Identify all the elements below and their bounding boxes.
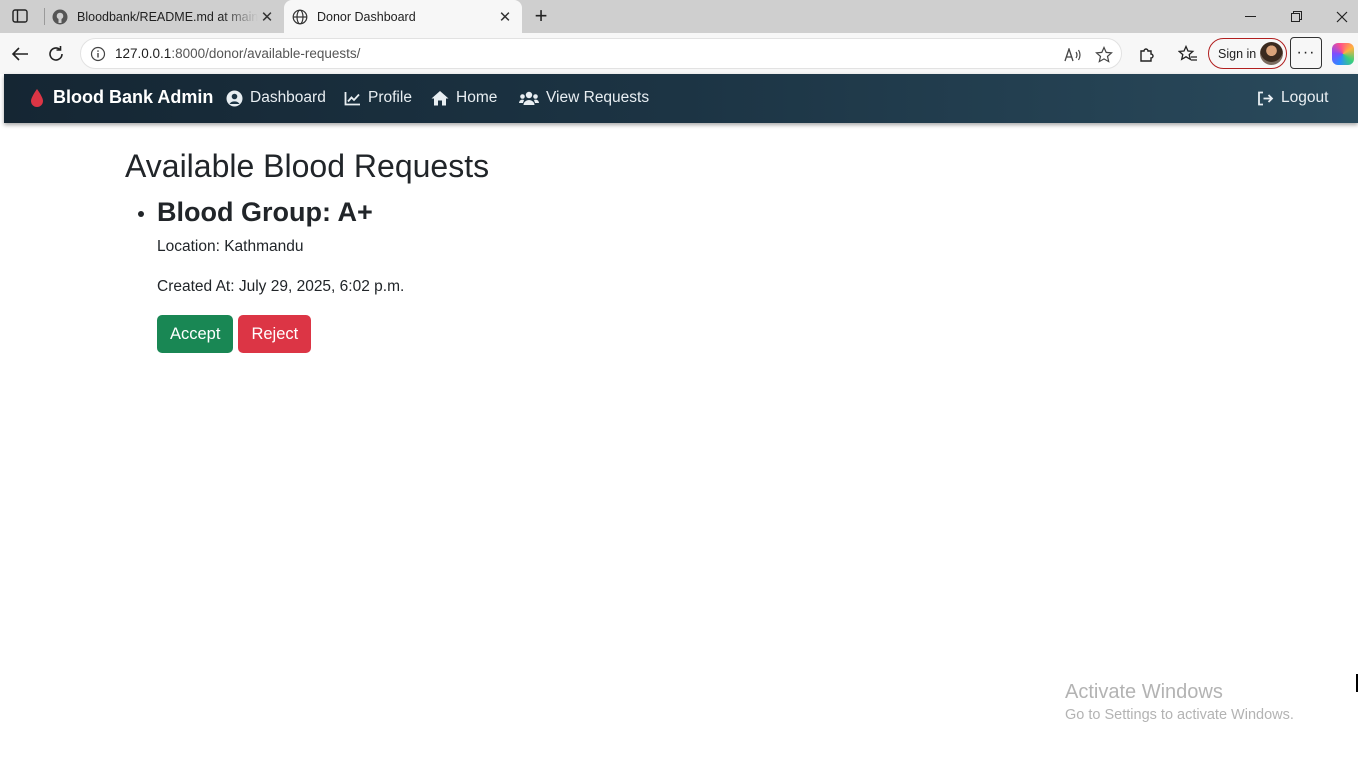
request-location: Location: Kathmandu (157, 238, 304, 255)
home-icon (431, 90, 449, 107)
list-item: Blood Group: A+ Location: Kathmandu Crea… (125, 194, 725, 353)
reject-button[interactable]: Reject (238, 315, 312, 353)
watermark-subtitle: Go to Settings to activate Windows. (1065, 707, 1294, 723)
tab-strip: Bloodbank/README.md at main · ✕ Donor Da… (0, 0, 1358, 33)
close-window-icon[interactable] (1319, 0, 1358, 33)
blood-group-heading: Blood Group: A+ (157, 197, 373, 227)
favorites-icon[interactable] (1177, 43, 1199, 65)
refresh-icon[interactable] (44, 42, 68, 66)
logout-icon (1256, 90, 1274, 107)
line-chart-icon (343, 90, 361, 107)
request-created-at: Created At: July 29, 2025, 6:02 p.m. (157, 278, 405, 295)
tab-actions-icon[interactable] (10, 7, 30, 25)
copilot-icon[interactable] (1332, 43, 1354, 65)
windows-activation-watermark: Activate Windows Go to Settings to activ… (1065, 680, 1294, 725)
nav-link-dashboard[interactable]: Dashboard (225, 89, 326, 107)
tab-donor-dashboard[interactable]: Donor Dashboard ✕ (284, 0, 522, 33)
browser-window: Bloodbank/README.md at main · ✕ Donor Da… (0, 0, 1358, 760)
nav-link-label: Home (456, 89, 498, 106)
logout-link[interactable]: Logout (1256, 89, 1328, 107)
nav-link-profile[interactable]: Profile (343, 89, 412, 107)
logout-label: Logout (1281, 89, 1329, 106)
extensions-icon[interactable] (1136, 43, 1158, 65)
back-icon[interactable] (8, 42, 32, 66)
page-viewport: Blood Bank Admin Dashboard Profile Home (4, 74, 1358, 760)
nav-link-home[interactable]: Home (431, 89, 497, 107)
minimize-icon[interactable] (1227, 0, 1273, 33)
nav-link-view-requests[interactable]: View Requests (519, 89, 649, 107)
browser-toolbar: 127.0.0.1:8000/donor/available-requests/… (0, 33, 1358, 74)
read-aloud-icon[interactable] (1063, 45, 1083, 65)
list-bullet (138, 211, 144, 217)
close-tab-icon[interactable]: ✕ (258, 8, 276, 26)
blood-drop-icon (31, 88, 43, 107)
globe-icon (292, 9, 308, 25)
github-icon (52, 9, 68, 25)
user-circle-icon (225, 90, 243, 107)
watermark-title: Activate Windows (1065, 681, 1223, 703)
requests-list: Blood Group: A+ Location: Kathmandu Crea… (125, 194, 725, 353)
sign-in-button[interactable]: Sign in (1208, 38, 1287, 69)
site-info-icon[interactable] (90, 46, 106, 62)
tab-title: Donor Dashboard (317, 9, 416, 24)
more-options-button[interactable]: ··· (1290, 37, 1322, 69)
close-tab-icon[interactable]: ✕ (496, 8, 514, 26)
tab-github-readme[interactable]: Bloodbank/README.md at main · ✕ (44, 0, 284, 33)
favorite-star-icon[interactable] (1094, 45, 1114, 65)
main-content: Available Blood Requests Blood Group: A+… (125, 146, 490, 353)
navbar-brand[interactable]: Blood Bank Admin (30, 87, 213, 108)
sign-in-label: Sign in (1218, 46, 1257, 61)
nav-link-label: Profile (368, 89, 412, 106)
site-navbar: Blood Bank Admin Dashboard Profile Home (4, 74, 1358, 123)
tab-title: Bloodbank/README.md at main · (77, 9, 258, 24)
new-tab-icon[interactable]: + (530, 3, 552, 28)
nav-link-label: View Requests (546, 89, 650, 106)
url-text: 127.0.0.1:8000/donor/available-requests/ (115, 46, 361, 61)
address-bar[interactable]: 127.0.0.1:8000/donor/available-requests/ (80, 38, 1122, 69)
restore-icon[interactable] (1273, 0, 1319, 33)
request-actions: Accept Reject (157, 315, 725, 353)
nav-link-label: Dashboard (250, 89, 326, 106)
avatar (1260, 42, 1283, 65)
users-icon (519, 90, 539, 107)
brand-label: Blood Bank Admin (53, 87, 214, 107)
page-title: Available Blood Requests (125, 148, 490, 184)
accept-button[interactable]: Accept (157, 315, 234, 353)
